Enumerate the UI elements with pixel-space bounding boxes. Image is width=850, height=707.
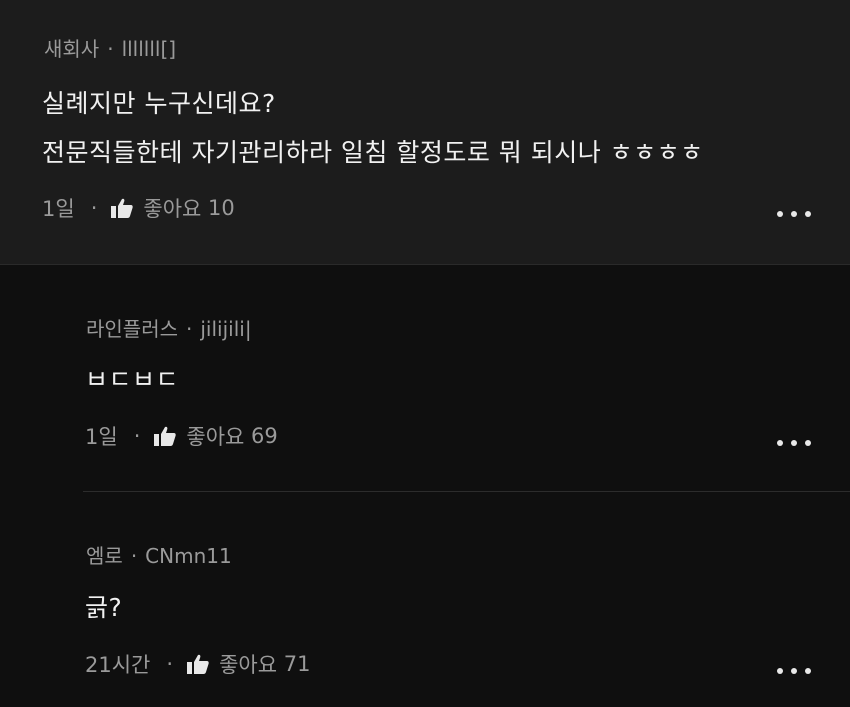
author-company: jilijili|: [200, 317, 252, 341]
comment-text-line: ㅂㄷㅂㄷ: [85, 365, 180, 394]
divider: [83, 491, 850, 492]
comment-text-line: 실례지만 누구신데요?: [42, 89, 276, 118]
thumbs-up-icon[interactable]: [187, 654, 209, 674]
like-label[interactable]: 좋아요: [143, 193, 201, 223]
meta-separator: ·: [90, 196, 98, 220]
like-label[interactable]: 좋아요: [219, 649, 277, 679]
comment-thread: 새회사 · lllllll[] 실례지만 누구신데요? 전문직들한테 자기관리하라 …: [0, 0, 850, 707]
like-count: 69: [251, 424, 278, 448]
author-company: CNmn11: [145, 544, 232, 568]
comment-meta: 엠로 · CNmn11: [86, 540, 232, 569]
author-name[interactable]: 새회사: [44, 37, 99, 61]
comment-text-line: 긁?: [85, 593, 123, 622]
meta-separator: ·: [107, 37, 114, 61]
author-company: lllllll[]: [121, 37, 177, 61]
author-name[interactable]: 엠로: [86, 544, 123, 568]
author-name[interactable]: 라인플러스: [86, 317, 178, 341]
thumbs-up-icon[interactable]: [154, 426, 177, 446]
timestamp: 1일: [42, 197, 75, 221]
more-horizontal-icon[interactable]: [777, 208, 811, 220]
more-horizontal-icon[interactable]: [777, 437, 811, 449]
timestamp: 21시간: [85, 653, 151, 677]
meta-separator: ·: [166, 652, 174, 676]
more-horizontal-icon[interactable]: [777, 665, 811, 677]
comment-actions: 21시간 · 좋아요 71: [85, 649, 310, 679]
comment-meta: 새회사 · lllllll[]: [44, 33, 176, 62]
comment-text-line: 전문직들한테 자기관리하라 일침 할정도로 뭐 되시나 ㅎㅎㅎㅎ: [42, 138, 704, 167]
comment-actions: 1일 · 좋아요 69: [85, 421, 278, 451]
timestamp: 1일: [85, 425, 118, 449]
like-count: 10: [208, 196, 235, 220]
comment-card: 새회사 · lllllll[] 실례지만 누구신데요? 전문직들한테 자기관리하라 …: [0, 0, 850, 265]
like-count: 71: [283, 652, 311, 676]
comment-actions: 1일 · 좋아요 10: [42, 193, 235, 223]
like-label[interactable]: 좋아요: [186, 421, 244, 451]
thumbs-up-icon[interactable]: [111, 198, 134, 218]
meta-separator: ·: [130, 544, 138, 568]
meta-separator: ·: [133, 424, 141, 448]
comment-meta: 라인플러스 · jilijili|: [86, 313, 252, 342]
meta-separator: ·: [186, 317, 193, 341]
